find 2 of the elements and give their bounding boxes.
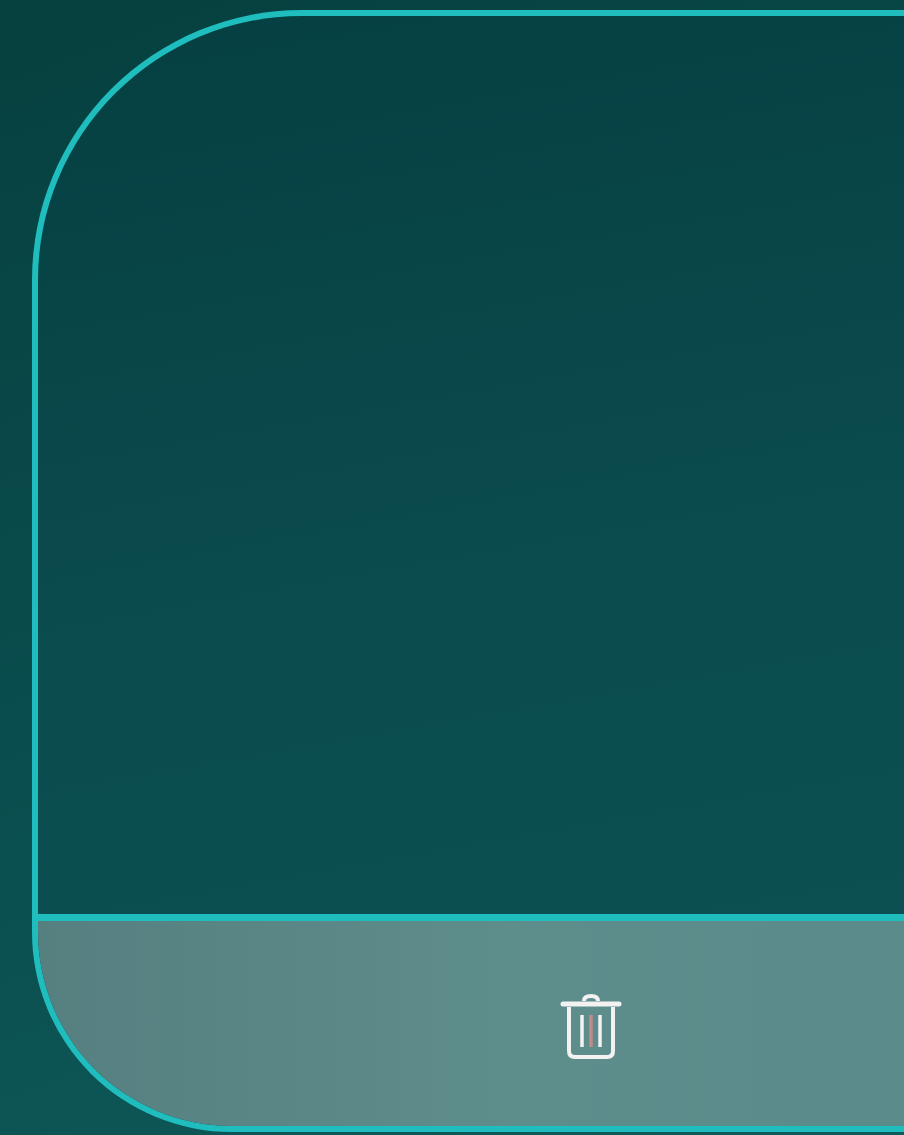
delete-button[interactable] bbox=[558, 993, 624, 1061]
trash-icon bbox=[558, 993, 624, 1061]
